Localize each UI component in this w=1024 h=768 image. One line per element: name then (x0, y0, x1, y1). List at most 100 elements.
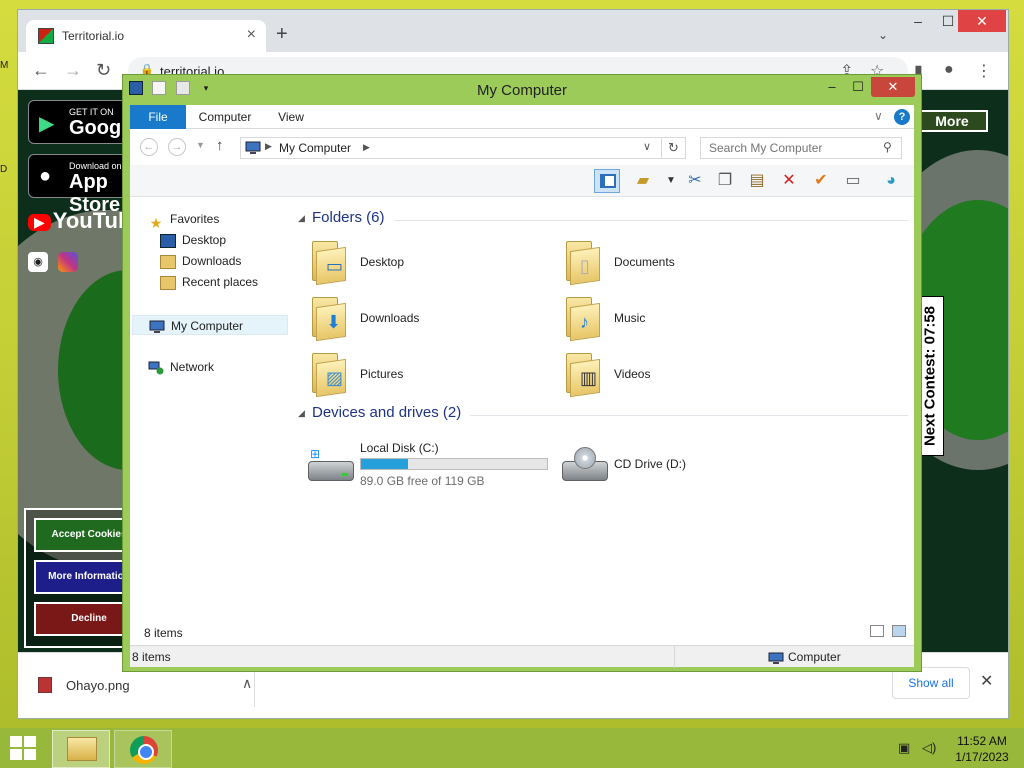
nav-downloads-label: Downloads (182, 254, 242, 268)
nav-network[interactable]: Network (148, 357, 214, 377)
divider (394, 220, 908, 221)
forward-button[interactable]: → (168, 138, 186, 156)
large-icons-view-icon[interactable] (892, 625, 906, 637)
tab-computer[interactable]: Computer (190, 105, 260, 129)
up-button[interactable]: ↑ (216, 137, 224, 154)
folder-music[interactable]: ♪ Music (562, 293, 812, 345)
nav-desktop-label: Desktop (182, 233, 227, 247)
discord-icon[interactable]: ◉ (28, 252, 48, 272)
desktop-icon-label-fragment: M (0, 60, 9, 71)
folder-name: Desktop (360, 255, 405, 269)
new-tab-button[interactable]: + (276, 24, 288, 44)
browser-tab[interactable]: Territorial.io × (26, 20, 266, 52)
tab-file[interactable]: File (130, 105, 186, 129)
rename-icon[interactable]: ▭ (840, 169, 866, 193)
copy-icon[interactable]: ❐ (712, 169, 738, 193)
explorer-minimize-button[interactable]: – (819, 77, 845, 97)
devices-group-header[interactable]: ◢ Devices and drives (2) (298, 404, 908, 426)
more-button[interactable]: More (916, 110, 988, 132)
folders-group-header[interactable]: ◢ Folders (6) (298, 209, 908, 231)
download-item[interactable]: Ohayo.png ∧ (36, 675, 252, 699)
volume-icon[interactable]: ◁) (922, 740, 936, 756)
command-toolbar: ▰ ▼ ✂ ❐ ▤ ✕ ✔ ▭ ◕ (130, 165, 914, 197)
explorer-title: My Computer (476, 82, 568, 99)
start-button[interactable] (10, 736, 38, 762)
download-bar-close-icon[interactable]: ✕ (980, 671, 993, 691)
nav-desktop[interactable]: Desktop (160, 230, 226, 250)
explorer-maximize-button[interactable]: ☐ (845, 77, 871, 97)
download-options-caret-icon[interactable]: ∧ (242, 675, 252, 692)
breadcrumb-separator-icon[interactable]: ▶ (363, 142, 370, 153)
globe-icon[interactable]: ◕ (878, 169, 904, 193)
cut-icon[interactable]: ✂ (682, 169, 708, 193)
clock-time[interactable]: 11:52 AM (950, 734, 1014, 748)
collapse-caret-icon[interactable]: ◢ (298, 408, 305, 419)
search-input[interactable] (701, 138, 881, 158)
explorer-title-bar[interactable]: ▾ My Computer – ☐ ✕ (123, 75, 921, 105)
drive-name: Local Disk (C:) (360, 441, 439, 455)
profile-avatar-icon[interactable]: ● (944, 61, 954, 79)
help-icon[interactable]: ? (894, 109, 910, 125)
explorer-close-button[interactable]: ✕ (871, 77, 915, 97)
folder-downloads[interactable]: ⬇ Downloads (308, 293, 558, 345)
expand-ribbon-chevron-icon[interactable]: ∨ (874, 109, 883, 123)
details-view-icon[interactable] (870, 625, 884, 637)
folder-pictures[interactable]: ▨ Pictures (308, 349, 558, 401)
tab-close-icon[interactable]: × (247, 26, 256, 44)
address-row: ← → ▼ ↑ ▶ My Computer ▶ ∨ ↻ ⚲ (130, 129, 914, 165)
folder-videos[interactable]: ▥ Videos (562, 349, 812, 401)
clock-date[interactable]: 1/17/2023 (950, 750, 1014, 764)
tab-view[interactable]: View (266, 105, 316, 129)
recent-locations-dropdown-icon[interactable]: ▼ (196, 140, 205, 150)
drive-local-disk-c[interactable]: ⊞ Local Disk (C:) 89.0 GB free of 119 GB (308, 441, 558, 493)
address-dropdown-icon[interactable]: ∨ (643, 140, 651, 153)
nav-downloads[interactable]: Downloads (160, 251, 241, 271)
status-item-count: 8 items (132, 650, 171, 664)
png-file-icon (38, 677, 52, 693)
folder-options-dropdown-icon[interactable]: ▼ (658, 169, 684, 193)
cd-drive-icon (562, 447, 608, 485)
taskbar-chrome[interactable] (114, 730, 172, 768)
status-bar: 8 items Computer (130, 645, 914, 668)
back-arrow-icon[interactable]: ← (32, 60, 50, 80)
tab-search-chevron-icon[interactable]: ⌄ (878, 28, 888, 42)
breadcrumb-my-computer[interactable]: My Computer (279, 141, 351, 155)
taskbar: ▣ ◁) 11:52 AM 1/17/2023 (0, 728, 1024, 768)
folder-desktop[interactable]: ▭ Desktop (308, 237, 558, 289)
computer-icon (245, 141, 261, 155)
navigation-pane: ★ Favorites Desktop Downloads Recent plac… (130, 197, 290, 609)
search-icon[interactable]: ⚲ (883, 140, 892, 154)
item-count: 8 items (144, 626, 183, 640)
windows-logo-icon (10, 736, 22, 747)
devices-group-label: Devices and drives (2) (312, 404, 462, 421)
chrome-close-button[interactable]: ✕ (958, 10, 1006, 32)
forward-arrow-icon[interactable]: → (64, 60, 82, 80)
chrome-menu-icon[interactable]: ⋮ (976, 61, 992, 81)
breadcrumb-separator-icon[interactable]: ▶ (265, 141, 272, 152)
nav-my-computer[interactable]: My Computer (132, 315, 288, 335)
back-button[interactable]: ← (140, 138, 158, 156)
drive-cd-d[interactable]: CD Drive (D:) (562, 441, 812, 493)
delete-icon[interactable]: ✕ (776, 169, 802, 193)
refresh-button[interactable]: ↻ (662, 137, 686, 159)
folder-name: Downloads (360, 311, 420, 325)
star-icon: ★ (149, 214, 163, 231)
explorer-address-bar[interactable]: ▶ My Computer ▶ ∨ (240, 137, 662, 159)
nav-recent-places[interactable]: Recent places (160, 272, 258, 292)
collapse-caret-icon[interactable]: ◢ (298, 213, 305, 224)
network-tray-icon[interactable]: ▣ (898, 740, 910, 756)
google-play-small-text: GET IT ON (69, 107, 114, 117)
search-box[interactable]: ⚲ (700, 137, 902, 159)
folder-documents[interactable]: ▯ Documents (562, 237, 812, 289)
paste-icon[interactable]: ▤ (744, 169, 770, 193)
instagram-icon[interactable] (58, 252, 78, 272)
tab-title: Territorial.io (62, 29, 125, 43)
reload-icon[interactable]: ↻ (96, 60, 111, 80)
checkmark-icon[interactable]: ✔ (808, 169, 834, 193)
youtube-play-icon: ▶ (28, 213, 51, 231)
windows-logo-icon-pane (24, 736, 36, 747)
nav-favorites[interactable]: ★ Favorites (148, 209, 220, 231)
preview-pane-toggle-icon[interactable] (594, 169, 620, 193)
taskbar-file-explorer[interactable] (52, 730, 110, 768)
folder-options-icon[interactable]: ▰ (630, 169, 656, 193)
